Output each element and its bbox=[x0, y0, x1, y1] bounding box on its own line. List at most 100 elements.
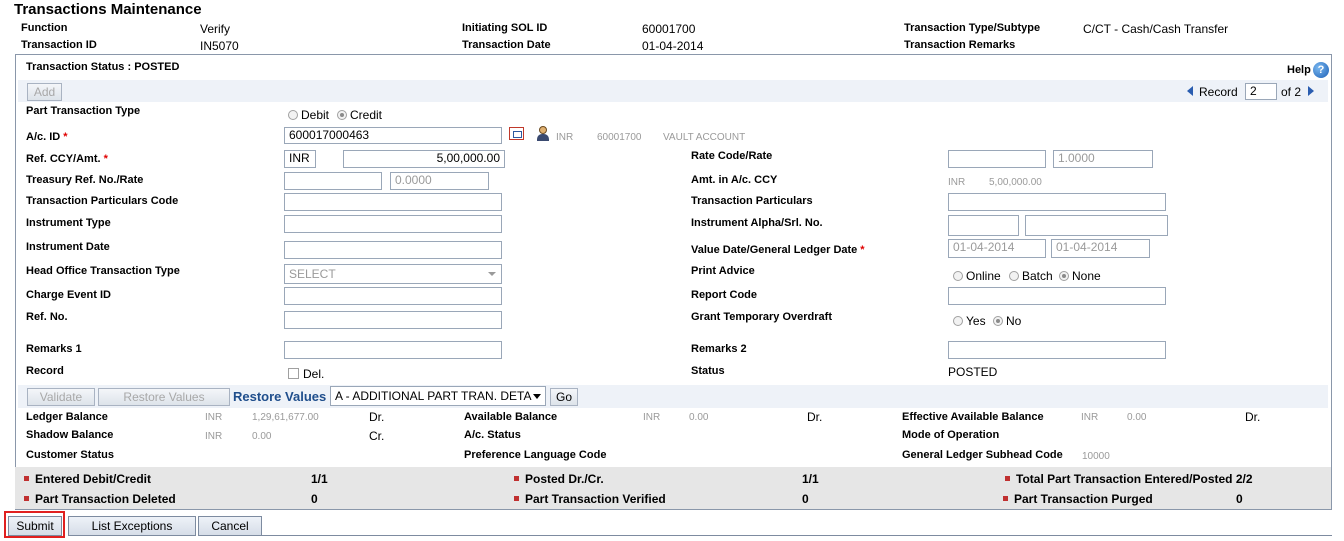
remarks2-input[interactable] bbox=[948, 341, 1166, 359]
ac-name: VAULT ACCOUNT bbox=[663, 132, 746, 143]
tran-part-input[interactable] bbox=[948, 193, 1166, 211]
ledger-balance-label: Ledger Balance bbox=[26, 411, 108, 423]
avail-balance-value: 0.00 bbox=[689, 412, 709, 423]
record-number-input[interactable]: 2 bbox=[1245, 83, 1277, 100]
none-radio[interactable]: None bbox=[1059, 269, 1101, 283]
treasury-ref-input[interactable] bbox=[284, 172, 382, 190]
value-date-label: Value Date/General Ledger Date * bbox=[691, 244, 865, 256]
gl-date-input[interactable]: 01-04-2014 bbox=[1051, 239, 1150, 258]
shadow-balance-label: Shadow Balance bbox=[26, 429, 114, 441]
restore-values-link[interactable]: Restore Values bbox=[233, 389, 326, 404]
report-code-input[interactable] bbox=[948, 287, 1166, 305]
none-label: None bbox=[1072, 269, 1101, 283]
instr-srl-input[interactable] bbox=[1025, 215, 1168, 236]
toolbar-bar bbox=[18, 80, 1328, 102]
instr-date-input[interactable] bbox=[284, 241, 502, 259]
ho-tran-label: Head Office Transaction Type bbox=[26, 265, 180, 277]
total-entered-label: Total Part Transaction Entered/Posted 2/… bbox=[1005, 472, 1253, 486]
sol-label: Initiating SOL ID bbox=[462, 22, 548, 34]
record-row-label: Record bbox=[26, 365, 64, 377]
online-radio[interactable]: Online bbox=[953, 269, 1001, 283]
instr-alpha-label: Instrument Alpha/Srl. No. bbox=[691, 217, 823, 229]
del-checkbox[interactable]: Del. bbox=[288, 367, 324, 381]
ref-no-input[interactable] bbox=[284, 311, 502, 329]
tran-date-value: 01-04-2014 bbox=[642, 39, 704, 53]
shadow-balance-cur: INR bbox=[205, 431, 223, 442]
treasury-label: Treasury Ref. No./Rate bbox=[26, 174, 144, 186]
debit-radio[interactable]: Debit bbox=[288, 108, 329, 122]
ref-ccy-input[interactable]: INR bbox=[284, 150, 316, 168]
list-exceptions-button[interactable]: List Exceptions bbox=[68, 516, 196, 536]
remarks1-label: Remarks 1 bbox=[26, 343, 82, 355]
calendar-icon[interactable] bbox=[509, 127, 524, 140]
ledger-balance-dc: Dr. bbox=[369, 410, 385, 424]
ref-no-label: Ref. No. bbox=[26, 311, 68, 323]
shadow-balance-dc: Cr. bbox=[369, 429, 385, 443]
no-radio[interactable]: No bbox=[993, 314, 1021, 328]
rate-input[interactable]: 1.0000 bbox=[1053, 150, 1153, 168]
gl-subhead-label: General Ledger Subhead Code bbox=[902, 449, 1063, 461]
ledger-balance-value: 1,29,61,677.00 bbox=[252, 412, 319, 423]
avail-balance-dc: Dr. bbox=[807, 410, 823, 424]
eff-balance-dc: Dr. bbox=[1245, 410, 1261, 424]
total-entered-value: 2/2 bbox=[1235, 472, 1253, 486]
tran-status: Transaction Status : POSTED bbox=[26, 61, 180, 73]
charge-label: Charge Event ID bbox=[26, 289, 111, 301]
deleted-value: 0 bbox=[311, 492, 318, 506]
no-label: No bbox=[1006, 314, 1022, 328]
help-icon[interactable]: ? bbox=[1313, 62, 1329, 78]
instr-alpha-input[interactable] bbox=[948, 215, 1019, 236]
ac-id-input[interactable]: 600017000463 bbox=[284, 127, 502, 144]
customer-status-label: Customer Status bbox=[26, 449, 115, 461]
next-record-icon[interactable] bbox=[1308, 86, 1314, 96]
rate-code-label: Rate Code/Rate bbox=[691, 150, 773, 162]
prev-record-icon[interactable] bbox=[1187, 86, 1193, 96]
status-value: POSTED bbox=[948, 365, 998, 379]
eff-balance-label: Effective Available Balance bbox=[902, 411, 1044, 423]
del-label: Del. bbox=[303, 367, 325, 381]
value-date-input[interactable]: 01-04-2014 bbox=[948, 239, 1046, 258]
rate-code-input[interactable] bbox=[948, 150, 1046, 168]
cancel-button[interactable]: Cancel bbox=[198, 516, 262, 536]
tran-date-label: Transaction Date bbox=[462, 39, 551, 51]
customer-icon[interactable] bbox=[536, 126, 550, 141]
credit-radio[interactable]: Credit bbox=[337, 108, 382, 122]
eff-balance-value: 0.00 bbox=[1127, 412, 1147, 423]
credit-label: Credit bbox=[350, 108, 383, 122]
help-link[interactable]: Help bbox=[1287, 64, 1311, 76]
ref-amt-input[interactable]: 5,00,000.00 bbox=[343, 150, 505, 168]
record-label: Record bbox=[1199, 85, 1238, 99]
select-arrow-icon[interactable] bbox=[533, 394, 541, 399]
tran-type-label: Transaction Type/Subtype bbox=[904, 22, 1041, 34]
tran-type-value: C/CT - Cash/Cash Transfer bbox=[1083, 22, 1229, 36]
batch-radio[interactable]: Batch bbox=[1009, 269, 1053, 283]
submit-button[interactable]: Submit bbox=[8, 516, 62, 536]
charge-input[interactable] bbox=[284, 287, 502, 305]
purged-value: 0 bbox=[1236, 492, 1243, 506]
ho-tran-select[interactable]: SELECT bbox=[284, 264, 502, 284]
instr-type-input[interactable] bbox=[284, 215, 502, 233]
record-of: of 2 bbox=[1281, 85, 1302, 99]
part-tran-type-label: Part Transaction Type bbox=[26, 105, 141, 117]
add-button[interactable]: Add bbox=[27, 83, 62, 101]
batch-label: Batch bbox=[1022, 269, 1053, 283]
additional-details-select[interactable]: A - ADDITIONAL PART TRAN. DETA bbox=[330, 386, 546, 406]
remarks1-input[interactable] bbox=[284, 341, 502, 359]
go-button[interactable]: Go bbox=[550, 388, 578, 406]
amt-ac-ccy-value: 5,00,000.00 bbox=[989, 177, 1042, 188]
instr-type-label: Instrument Type bbox=[26, 217, 111, 229]
ac-status-label: A/c. Status bbox=[464, 429, 521, 441]
tran-part-label: Transaction Particulars bbox=[691, 195, 813, 207]
treasury-rate-input[interactable]: 0.0000 bbox=[390, 172, 489, 190]
verified-value: 0 bbox=[802, 492, 809, 506]
restore-values-button[interactable]: Restore Values bbox=[98, 388, 230, 406]
grant-od-label: Grant Temporary Overdraft bbox=[691, 311, 833, 323]
yes-radio[interactable]: Yes bbox=[953, 314, 986, 328]
tran-part-code-input[interactable] bbox=[284, 193, 502, 211]
print-advice-label: Print Advice bbox=[691, 265, 755, 277]
dropdown-arrow-icon[interactable] bbox=[488, 272, 496, 276]
tran-part-code-label: Transaction Particulars Code bbox=[26, 195, 179, 207]
validate-button[interactable]: Validate bbox=[27, 388, 95, 406]
mode-of-operation-label: Mode of Operation bbox=[902, 429, 1000, 441]
amt-ac-ccy-cur: INR bbox=[948, 177, 966, 188]
